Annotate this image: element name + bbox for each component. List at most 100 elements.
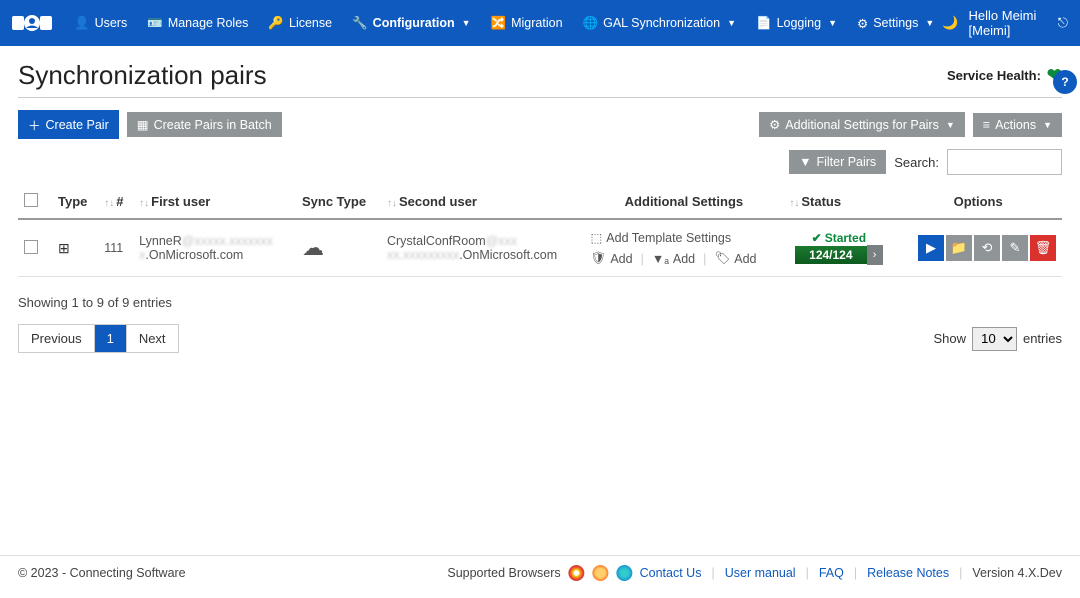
help-button[interactable]: ? <box>1053 70 1077 94</box>
status-started: ✔Started <box>812 231 866 245</box>
id-card-icon: 🪪 <box>147 16 163 31</box>
pager-row: Previous 1 Next Show 10 entries <box>18 324 1062 353</box>
pager-next[interactable]: Next <box>127 325 178 352</box>
nav-logging[interactable]: 📄Logging▼ <box>748 10 845 37</box>
footer-version: Version 4.X.Dev <box>968 566 1062 580</box>
nav-users[interactable]: 👤 Users <box>66 10 135 37</box>
nav-users-label: Users <box>95 16 128 30</box>
footer-center: Supported Browsers <box>447 565 632 581</box>
sort-icon: ↑↓ <box>104 198 114 209</box>
entries-label: entries <box>1023 331 1062 346</box>
plus-icon: ＋ <box>28 115 41 134</box>
progress-next-button[interactable]: › <box>867 245 883 265</box>
pairs-table: Type ↑↓# ↑↓First user Sync Type ↑↓Second… <box>18 185 1062 277</box>
resync-button[interactable]: ⟲ <box>974 235 1000 261</box>
col-additional: Additional Settings <box>584 185 783 219</box>
page-title: Synchronization pairs <box>18 60 947 91</box>
add-tag-link[interactable]: 🏷Add <box>714 251 756 266</box>
toolbar: ＋ Create Pair ▦ Create Pairs in Batch ⚙Add… <box>18 110 1062 139</box>
list-icon: ≡ <box>983 118 990 132</box>
moon-icon[interactable]: 🌙 <box>942 15 958 31</box>
actions-label: Actions <box>995 118 1036 132</box>
template-icon: ⬚ <box>590 230 602 245</box>
col-second-user[interactable]: ↑↓Second user <box>381 185 585 219</box>
progress-badge: 124/124 <box>795 246 866 264</box>
col-num[interactable]: ↑↓# <box>98 185 133 219</box>
play-button[interactable]: ▶ <box>918 235 944 261</box>
row-checkbox[interactable] <box>24 240 38 254</box>
col-options: Options <box>894 185 1062 219</box>
pager-page-1[interactable]: 1 <box>95 325 127 352</box>
footer-links: Contact Us| User manual| FAQ| Release No… <box>636 566 1062 580</box>
nav-migration-label: Migration <box>511 16 562 30</box>
additional-settings-button[interactable]: ⚙Additional Settings for Pairs▼ <box>759 112 965 137</box>
user-icon: 👤 <box>74 16 90 31</box>
footer-manual[interactable]: User manual <box>721 566 800 580</box>
select-all-checkbox[interactable] <box>24 193 38 207</box>
nav-manage-roles[interactable]: 🪪Manage Roles <box>139 10 256 37</box>
create-batch-button[interactable]: ▦ Create Pairs in Batch <box>127 112 282 137</box>
delete-button[interactable]: 🗑 <box>1030 235 1056 261</box>
supported-browsers-label: Supported Browsers <box>447 566 560 580</box>
add-template-link[interactable]: ⬚Add Template Settings <box>590 230 777 245</box>
batch-icon: ▦ <box>137 117 149 132</box>
filter-icon: ▼ₐ <box>652 252 669 266</box>
row-second-user: CrystalConfRoom@xxx xx.xxxxxxxxx.OnMicro… <box>381 219 585 277</box>
sort-icon: ↑↓ <box>139 198 149 209</box>
footer-copyright: © 2023 - Connecting Software <box>18 566 186 580</box>
add-filter-link[interactable]: ▼ₐAdd <box>652 252 695 266</box>
col-sync-type: Sync Type <box>296 185 381 219</box>
entries-info: Showing 1 to 9 of 9 entries <box>18 295 1062 310</box>
pager-prev[interactable]: Previous <box>19 325 95 352</box>
create-pair-label: Create Pair <box>46 118 109 132</box>
chevron-down-icon: ▼ <box>462 18 471 28</box>
nav-migration[interactable]: 🔀Migration <box>483 10 571 37</box>
footer-contact[interactable]: Contact Us <box>636 566 706 580</box>
create-pair-button[interactable]: ＋ Create Pair <box>18 110 119 139</box>
nav-configuration[interactable]: 🔧Configuration▼ <box>344 10 478 37</box>
chevron-down-icon: ▼ <box>828 18 837 28</box>
filter-row: ▼Filter Pairs Search: <box>18 149 1062 175</box>
chevron-down-icon: ▼ <box>1043 120 1052 130</box>
col-status[interactable]: ↑↓Status <box>783 185 894 219</box>
actions-button[interactable]: ≡ Actions ▼ <box>973 113 1062 137</box>
sort-icon: ↑↓ <box>387 198 397 209</box>
footer: © 2023 - Connecting Software Supported B… <box>0 555 1080 598</box>
edge-icon <box>617 565 633 581</box>
globe-icon: 🌐 <box>583 16 599 31</box>
nav-right: 🌙 Hello Meimi [Meimi] ⎋ <box>942 8 1068 38</box>
col-type[interactable]: Type <box>52 185 98 219</box>
check-icon: ✔ <box>812 231 822 245</box>
firefox-icon <box>593 565 609 581</box>
col-first-user[interactable]: ↑↓First user <box>133 185 296 219</box>
key-icon: 🔑 <box>268 16 284 31</box>
nav-gal-sync[interactable]: 🌐GAL Synchronization▼ <box>575 10 744 37</box>
create-batch-label: Create Pairs in Batch <box>154 118 272 132</box>
nav-user-greeting[interactable]: Hello Meimi [Meimi] <box>969 8 1048 38</box>
entries-select[interactable]: 10 <box>972 327 1017 351</box>
add-shield-link[interactable]: 🛡Add <box>590 251 632 266</box>
gear-icon: ⚙ <box>857 16 868 31</box>
show-entries: Show 10 entries <box>933 327 1062 351</box>
nav-config-label: Configuration <box>373 16 455 30</box>
row-num: 111 <box>98 219 133 277</box>
nav-settings[interactable]: ⚙Settings▼ <box>849 10 942 37</box>
filter-pairs-button[interactable]: ▼Filter Pairs <box>789 150 886 174</box>
nav-license[interactable]: 🔑License <box>260 10 340 37</box>
filter-label: Filter Pairs <box>816 155 876 169</box>
footer-notes[interactable]: Release Notes <box>863 566 953 580</box>
row-first-user: LynneR@xxxxx.xxxxxxx x.OnMicrosoft.com <box>133 219 296 277</box>
chrome-icon <box>569 565 585 581</box>
page-header: Synchronization pairs Service Health: ❤ <box>18 60 1062 98</box>
footer-faq[interactable]: FAQ <box>815 566 848 580</box>
edit-button[interactable]: ✎ <box>1002 235 1028 261</box>
tag-icon: 🏷 <box>714 251 730 266</box>
service-health: Service Health: ❤ <box>947 65 1062 86</box>
gear-icon: ⚙ <box>769 117 780 132</box>
nav-items: 👤Users 🪪Manage Roles 🔑License 🔧Configura… <box>66 10 942 37</box>
nav-gal-label: GAL Synchronization <box>603 16 720 30</box>
folder-button[interactable]: 📁 <box>946 235 972 261</box>
logout-icon[interactable]: ⎋ <box>1058 15 1068 31</box>
shield-icon: 🛡 <box>590 251 606 266</box>
search-input[interactable] <box>947 149 1062 175</box>
